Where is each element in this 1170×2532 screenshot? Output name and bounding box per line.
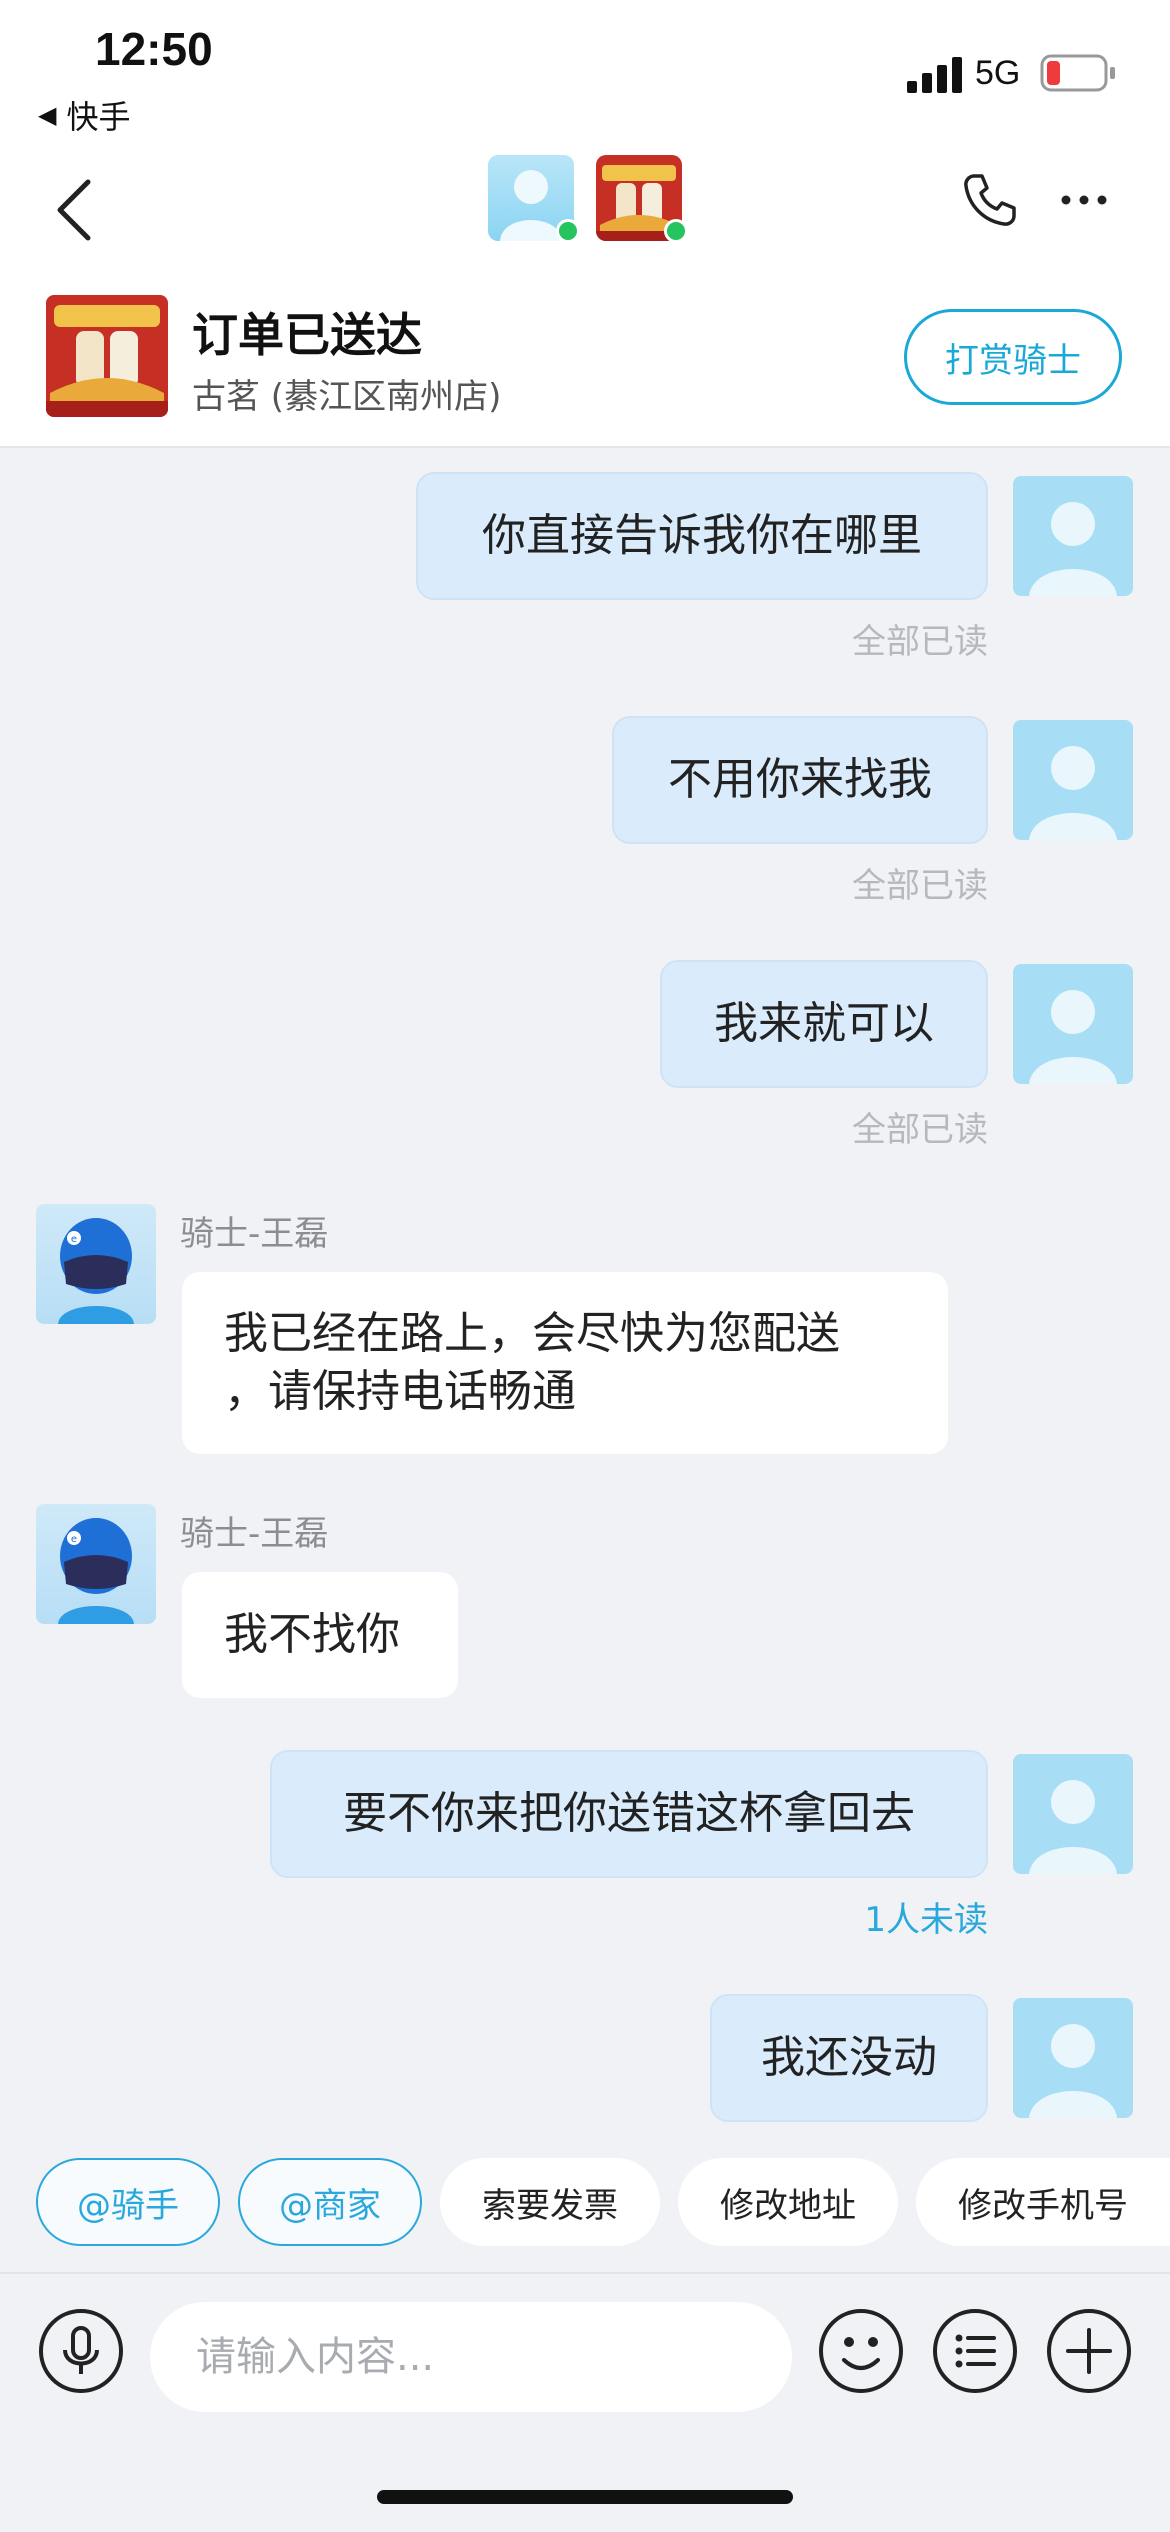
back-app-label: 快手 — [66, 98, 131, 136]
message-text: 我已经在路上，会尽快为您配送 — [224, 1308, 840, 1359]
my-avatar-icon[interactable] — [1013, 1754, 1133, 1874]
outgoing-message[interactable]: 要不你来把你送错这杯拿回去 — [270, 1750, 988, 1878]
read-status: 全部已读 — [852, 866, 988, 906]
read-status: 全部已读 — [852, 622, 988, 662]
sender-name: 骑士-王磊 — [180, 1214, 329, 1254]
my-avatar-icon[interactable] — [1013, 476, 1133, 596]
read-status: 1人未读 — [864, 1900, 988, 1940]
mention-rider-chip[interactable]: @骑手 — [36, 2158, 220, 2246]
chevron-left-icon[interactable] — [50, 170, 100, 250]
message-text: ，请保持电话畅通 — [224, 1366, 576, 1417]
outgoing-message[interactable]: 我来就可以 — [660, 960, 988, 1088]
my-avatar-icon[interactable] — [1013, 964, 1133, 1084]
order-status-title: 订单已送达 — [192, 308, 422, 362]
change-phone-chip[interactable]: 修改手机号 — [916, 2158, 1170, 2246]
microphone-icon[interactable] — [38, 2308, 124, 2394]
nav-bar — [0, 150, 1170, 285]
shop-logo-icon — [46, 295, 168, 417]
online-indicator — [556, 219, 580, 243]
my-avatar-icon[interactable] — [1013, 720, 1133, 840]
svg-text:e: e — [71, 1234, 77, 1245]
shop-name: 古茗 (綦江区南州店) — [192, 377, 502, 417]
sender-name: 骑士-王磊 — [180, 1514, 329, 1554]
more-icon[interactable] — [1058, 180, 1110, 220]
order-header: 订单已送达 古茗 (綦江区南州店) 打赏骑士 — [0, 285, 1170, 448]
message-text: 你直接告诉我你在哪里 — [482, 510, 922, 561]
change-address-chip[interactable]: 修改地址 — [678, 2158, 898, 2246]
message-text: 要不你来把你送错这杯拿回去 — [343, 1788, 915, 1839]
tip-rider-button[interactable]: 打赏骑士 — [904, 309, 1122, 405]
message-text: 我还没动 — [761, 2032, 937, 2083]
signal-icon — [907, 57, 962, 93]
quick-actions: @骑手 @商家 索要发票 修改地址 修改手机号 — [0, 2158, 1170, 2250]
status-bar: 12:50 ◀ 快手 5G — [0, 0, 1170, 150]
battery-icon — [1040, 54, 1115, 92]
read-status: 全部已读 — [852, 1110, 988, 1150]
chat-messages[interactable]: 你直接告诉我你在哪里 全部已读 不用你来找我 全部已读 我来就可以 全部已读 e… — [0, 450, 1170, 2150]
emoji-icon[interactable] — [818, 2308, 904, 2394]
outgoing-message[interactable]: 你直接告诉我你在哪里 — [416, 472, 988, 600]
rider-avatar-icon[interactable]: e — [36, 1204, 156, 1324]
list-icon[interactable] — [932, 2308, 1018, 2394]
svg-text:e: e — [71, 1534, 77, 1545]
home-indicator — [377, 2490, 793, 2504]
incoming-message[interactable]: 我已经在路上，会尽快为您配送 ，请保持电话畅通 — [182, 1272, 948, 1454]
online-indicator — [664, 219, 688, 243]
back-to-app-link[interactable]: ◀ 快手 — [38, 92, 130, 138]
plus-icon[interactable] — [1046, 2308, 1132, 2394]
back-triangle-icon: ◀ — [38, 101, 57, 129]
rider-avatar-icon[interactable]: e — [36, 1504, 156, 1624]
network-label: 5G — [975, 54, 1021, 92]
message-text: 我来就可以 — [714, 998, 934, 1049]
outgoing-message[interactable]: 我还没动 — [710, 1994, 988, 2122]
message-input[interactable] — [150, 2302, 792, 2412]
message-text: 我不找你 — [224, 1609, 400, 1660]
message-text: 不用你来找我 — [668, 754, 932, 805]
incoming-message[interactable]: 我不找你 — [182, 1572, 458, 1698]
request-invoice-chip[interactable]: 索要发票 — [440, 2158, 660, 2246]
phone-icon[interactable] — [960, 170, 1020, 230]
my-avatar-icon[interactable] — [1013, 1998, 1133, 2118]
mention-merchant-chip[interactable]: @商家 — [238, 2158, 422, 2246]
outgoing-message[interactable]: 不用你来找我 — [612, 716, 988, 844]
status-time: 12:50 — [95, 23, 213, 75]
